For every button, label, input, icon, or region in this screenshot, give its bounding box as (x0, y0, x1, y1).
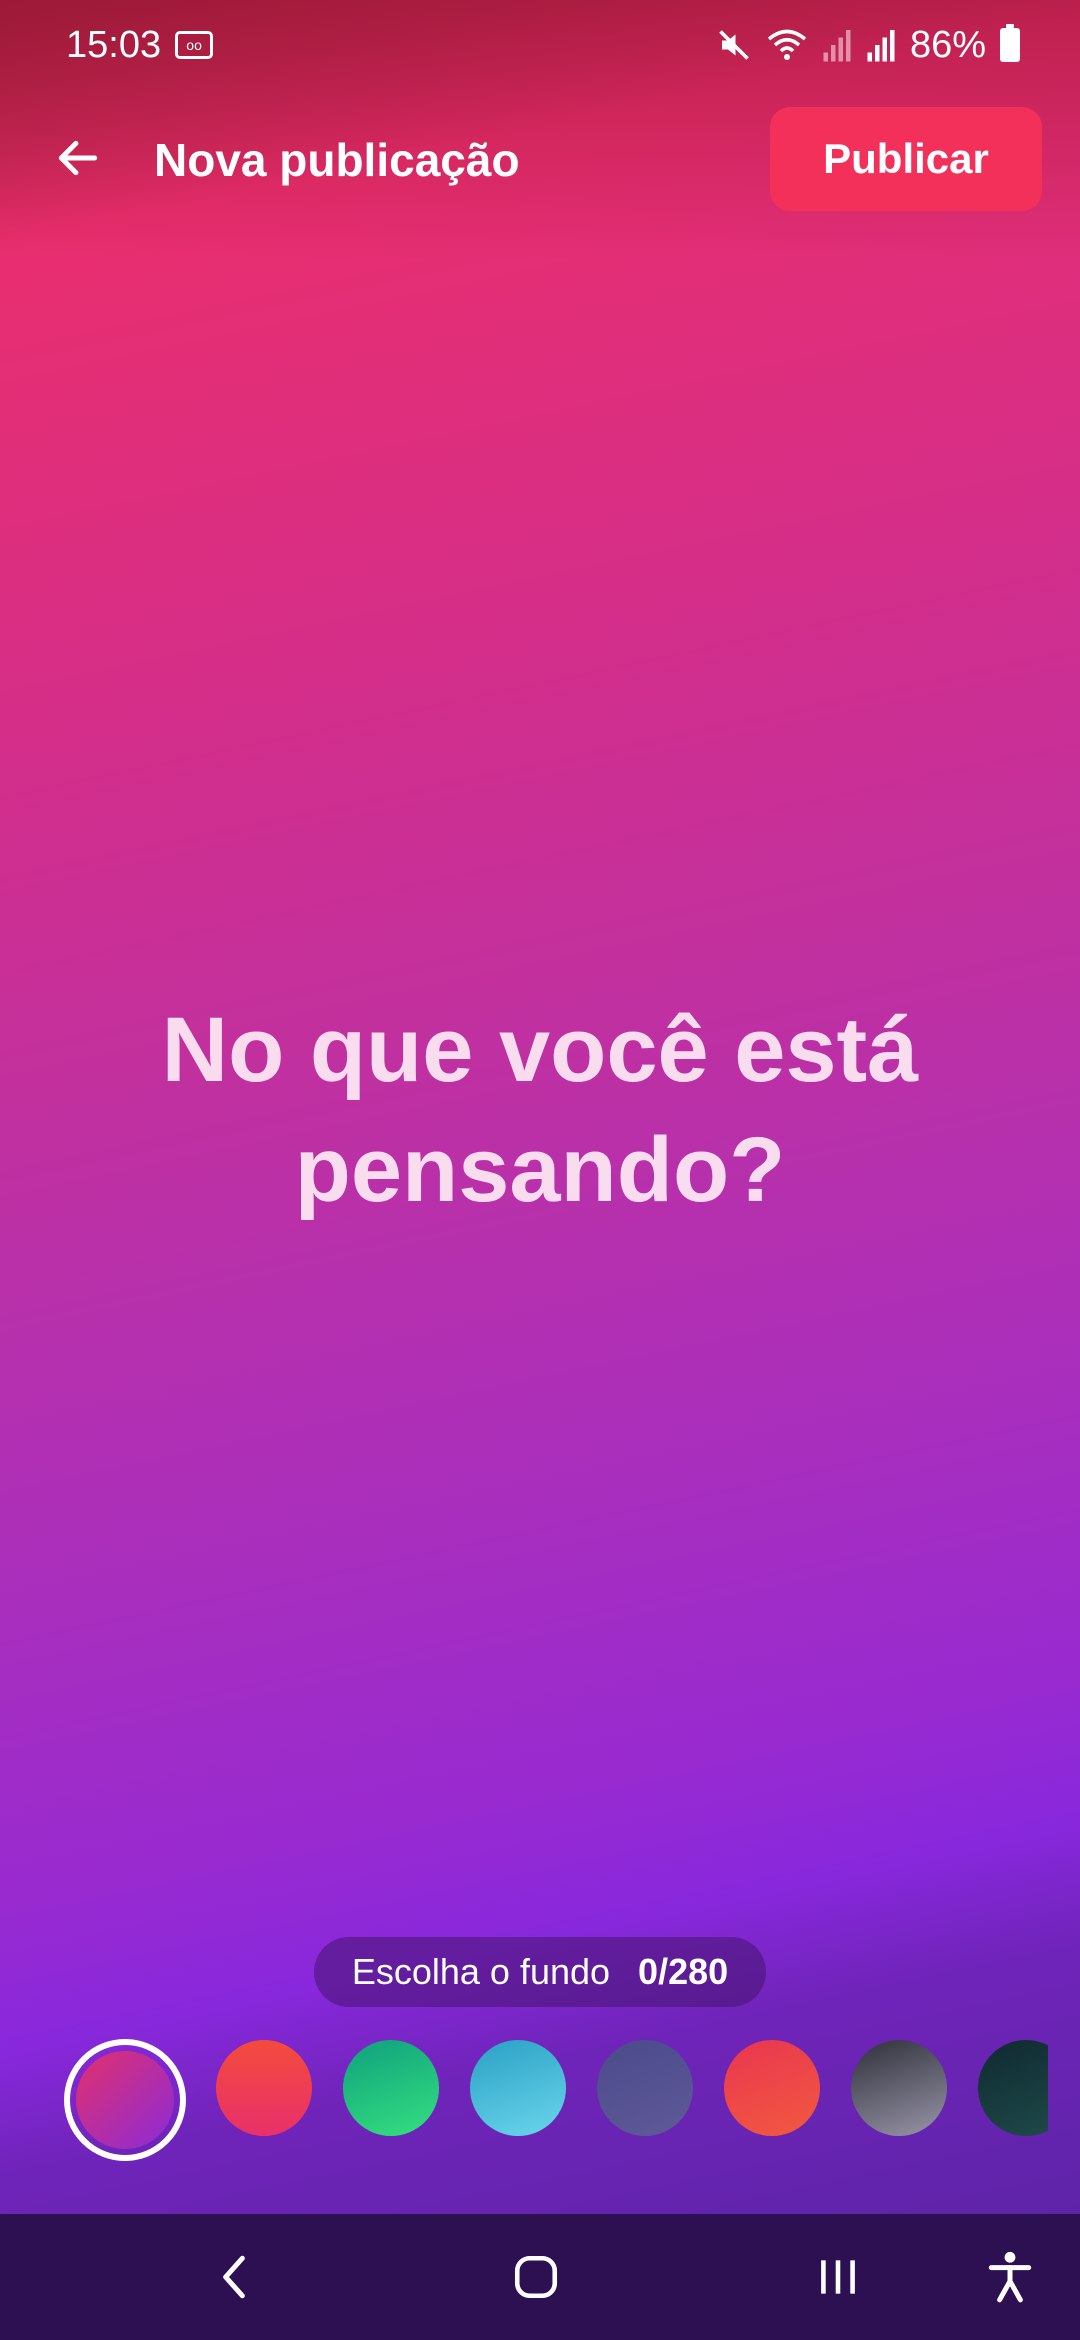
header: Nova publicação Publicar (0, 100, 1080, 220)
background-chooser-pill: Escolha o fundo 0/280 (314, 1937, 766, 2007)
accessibility-icon (988, 2251, 1032, 2303)
arrow-left-icon (58, 140, 98, 176)
background-chooser-label: Escolha o fundo (351, 1951, 611, 1992)
background-swatch[interactable] (597, 2040, 693, 2136)
background-swatch[interactable] (343, 2040, 439, 2136)
nav-accessibility-button[interactable] (980, 2247, 1040, 2307)
back-nav-icon (223, 2255, 245, 2299)
nav-back-button[interactable] (204, 2247, 264, 2307)
post-text-input[interactable]: No que você está pensando? (90, 990, 990, 1230)
publish-button[interactable]: Publicar (770, 107, 1042, 211)
background-swatch[interactable] (978, 2040, 1048, 2136)
background-swatch[interactable] (724, 2040, 820, 2136)
background-swatch[interactable] (851, 2040, 947, 2136)
background-swatch[interactable] (216, 2040, 312, 2136)
wifi-icon (766, 28, 808, 62)
voicemail-icon: oo (175, 31, 214, 59)
background-swatch[interactable] (470, 2040, 566, 2136)
swatch-fill (76, 2051, 174, 2149)
back-button[interactable] (48, 128, 108, 188)
background-swatch-selected[interactable] (64, 2039, 186, 2161)
status-time: 15:03 (66, 23, 162, 66)
signal-icon (822, 28, 852, 62)
character-count: 0/280 (638, 1951, 729, 1992)
nav-recents-button[interactable] (808, 2247, 868, 2307)
nav-home-button[interactable] (506, 2247, 566, 2307)
home-nav-icon (514, 2255, 558, 2299)
compose-screen: 15:03 oo 86% Nova publicação Publicar No… (0, 0, 1080, 2214)
system-nav-bar (0, 2214, 1080, 2340)
signal-icon (866, 28, 896, 62)
page-title: Nova publicação (154, 134, 520, 186)
mute-icon (716, 27, 752, 63)
recents-nav-icon (821, 2260, 855, 2294)
battery-icon (1000, 24, 1020, 62)
battery-percent: 86% (909, 23, 986, 66)
status-bar: 15:03 oo 86% (0, 0, 1080, 90)
